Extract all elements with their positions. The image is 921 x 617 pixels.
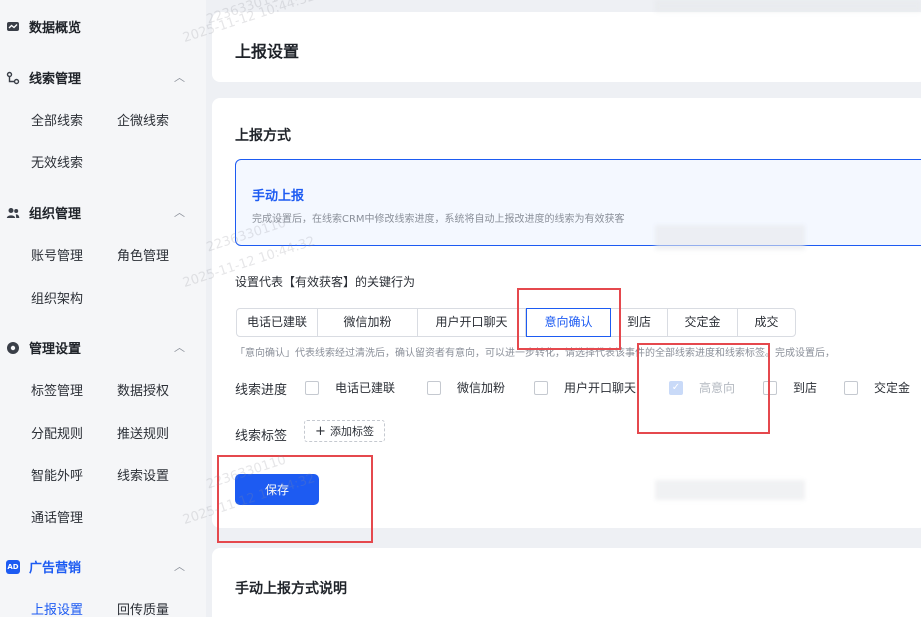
progress-checkbox-deposit[interactable]: 交定金	[844, 379, 910, 396]
checkbox[interactable]	[305, 380, 319, 395]
sidebar-item-invalid-leads[interactable]: 无效线索	[31, 152, 83, 171]
action-wechat-add[interactable]: 微信加粉	[318, 309, 418, 336]
checkbox-label: 到店	[793, 381, 818, 395]
sidebar-item-call-management[interactable]: 通话管理	[31, 507, 83, 526]
sidebar-group-overview[interactable]: 数据概览	[6, 17, 81, 36]
key-action-label: 设置代表【有效获客】的关键行为	[235, 275, 416, 289]
checkbox-label: 用户开口聊天	[564, 381, 637, 395]
sidebar-item-smart-call[interactable]: 智能外呼	[31, 465, 83, 484]
sidebar-group-ad-marketing[interactable]: AD 广告营销	[6, 557, 81, 576]
chart-icon	[6, 20, 20, 34]
action-phone-connected[interactable]: 电话已建联	[237, 309, 318, 336]
check-icon: ✓	[671, 382, 681, 393]
sidebar-group-management[interactable]: 管理设置	[6, 338, 81, 357]
progress-checkbox-high-intent[interactable]: ✓ 高意向	[669, 379, 735, 396]
action-hint: 「意向确认」代表线索经过清洗后，确认留资者有意向，可以进一步转化，请选择代表该事…	[235, 348, 835, 359]
ad-icon: AD	[6, 559, 20, 574]
action-user-chat[interactable]: 用户开口聊天	[418, 309, 526, 336]
sidebar-item-callback-quality[interactable]: 回传质量	[117, 599, 169, 617]
plus-icon: +	[315, 423, 326, 439]
sidebar-group-org[interactable]: 组织管理	[6, 203, 81, 222]
sidebar-item-data-auth[interactable]: 数据授权	[117, 380, 169, 399]
sidebar: 数据概览 线索管理 ︿ 全部线索 企微线索 无效线索 组织管理 ︿ 账号管理 角…	[0, 0, 206, 617]
progress-checkbox-store[interactable]: 到店	[763, 379, 817, 396]
sidebar-item-wecom-leads[interactable]: 企微线索	[117, 110, 169, 129]
sidebar-group-label: 组织管理	[29, 207, 82, 222]
checkbox[interactable]	[844, 380, 858, 395]
checkbox-label: 微信加粉	[457, 381, 506, 395]
report-method-title: 上报方式	[235, 128, 291, 144]
sidebar-item-lead-settings[interactable]: 线索设置	[117, 465, 169, 484]
users-icon	[6, 206, 20, 220]
key-action-segmented: 电话已建联 微信加粉 用户开口聊天 意向确认 到店 交定金 成交	[236, 308, 796, 337]
progress-checkbox-phone[interactable]: 电话已建联	[305, 379, 395, 396]
action-deposit[interactable]: 交定金	[668, 309, 738, 336]
checkbox-label: 交定金	[874, 381, 911, 395]
checkbox[interactable]	[534, 380, 548, 395]
action-store-visit[interactable]: 到店	[611, 309, 668, 336]
chevron-up-icon[interactable]: ︿	[174, 339, 185, 355]
branch-icon	[6, 71, 20, 85]
action-deal[interactable]: 成交	[738, 309, 795, 336]
save-button[interactable]: 保存	[235, 474, 319, 505]
add-tag-button[interactable]: + 添加标签	[304, 420, 385, 442]
sidebar-group-label: 数据概览	[29, 21, 82, 36]
progress-checkbox-chat[interactable]: 用户开口聊天	[534, 379, 636, 396]
action-intent-confirm[interactable]: 意向确认	[526, 308, 611, 337]
sidebar-item-roles[interactable]: 角色管理	[117, 245, 169, 264]
checkbox-label: 高意向	[699, 381, 736, 395]
checkbox[interactable]	[763, 380, 777, 395]
sidebar-item-push-rules[interactable]: 推送规则	[117, 423, 169, 442]
chevron-up-icon[interactable]: ︿	[174, 558, 185, 574]
checkbox-checked[interactable]: ✓	[669, 380, 683, 395]
sidebar-item-accounts[interactable]: 账号管理	[31, 245, 83, 264]
sidebar-item-report-settings[interactable]: 上报设置	[31, 599, 83, 617]
sidebar-group-leads[interactable]: 线索管理	[6, 68, 81, 87]
checkbox-label: 电话已建联	[335, 381, 396, 395]
sidebar-group-label: 管理设置	[29, 342, 82, 357]
progress-label: 线索进度	[235, 383, 288, 398]
tag-label: 线索标签	[235, 429, 288, 444]
method-description: 完成设置后，在线索CRM中修改线索进度，系统将自动上报改进度的线索为有效获客	[252, 214, 625, 225]
sidebar-item-assign-rules[interactable]: 分配规则	[31, 423, 83, 442]
chevron-up-icon[interactable]: ︿	[174, 204, 185, 220]
sidebar-group-label: 线索管理	[29, 72, 82, 87]
checkbox[interactable]	[427, 380, 441, 395]
manual-report-option[interactable]: 手动上报 完成设置后，在线索CRM中修改线索进度，系统将自动上报改进度的线索为有…	[235, 159, 921, 246]
explain-title: 手动上报方式说明	[235, 581, 347, 597]
settings-icon	[6, 341, 20, 355]
progress-checkbox-wechat[interactable]: 微信加粉	[427, 379, 505, 396]
add-tag-label: 添加标签	[329, 425, 374, 438]
sidebar-item-all-leads[interactable]: 全部线索	[31, 110, 83, 129]
method-name: 手动上报	[252, 189, 305, 204]
page-title: 上报设置	[235, 42, 300, 61]
header-card	[212, 12, 921, 82]
sidebar-item-tags[interactable]: 标签管理	[31, 380, 83, 399]
chevron-up-icon[interactable]: ︿	[174, 69, 185, 85]
sidebar-group-label: 广告营销	[29, 561, 82, 576]
sidebar-item-org-structure[interactable]: 组织架构	[31, 288, 83, 307]
